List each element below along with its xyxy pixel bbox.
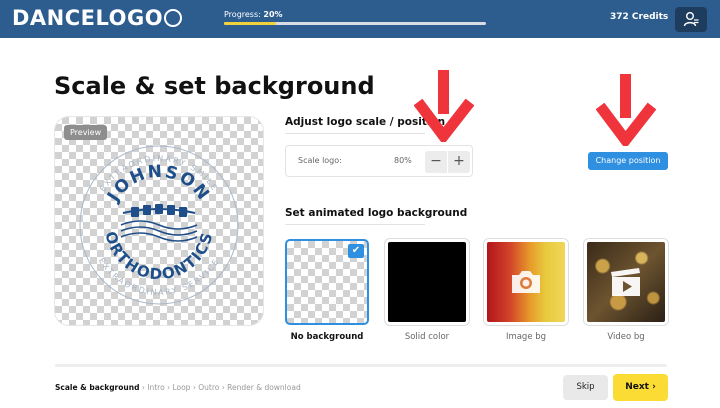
globe-icon [164, 9, 183, 27]
logo-emblem: EXTRAORDINARY SMILE EXTRAORDINARY SERVIC… [79, 145, 239, 305]
skip-button[interactable]: Skip [563, 375, 608, 400]
bg-caption-solid: Solid color [404, 332, 450, 342]
scale-increase-button[interactable]: + [448, 151, 470, 173]
top-bar: DANCELOGO Progress: 20% 372 Credits [0, 0, 720, 38]
progress-label: Progress: 20% [224, 10, 283, 19]
step-intro[interactable]: Intro [147, 383, 164, 392]
progress: Progress: 20% [224, 10, 488, 25]
scale-divider [285, 133, 425, 134]
next-button[interactable]: Next › [613, 374, 668, 401]
red-arrow-icon [414, 70, 474, 142]
step-current: Scale & background [55, 383, 140, 392]
check-icon: ✔ [348, 244, 364, 258]
scale-value: 80% [394, 156, 412, 165]
progress-track [224, 22, 486, 25]
bg-option-solid[interactable] [385, 239, 469, 325]
camera-icon [512, 271, 540, 293]
bg-caption-image: Image bg [505, 332, 547, 342]
logo-preview: Preview EXTRAORDINARY SMILE EXTRAORDINAR… [55, 117, 263, 325]
video-clapper-icon [611, 268, 640, 296]
logo-text: DANCELOGO [12, 6, 164, 30]
bg-option-video[interactable] [584, 239, 668, 325]
change-position-button[interactable]: Change position [588, 152, 668, 170]
scale-decrease-button[interactable]: − [425, 151, 447, 173]
background-heading: Set animated logo background [285, 207, 468, 219]
bg-caption-video: Video bg [607, 332, 645, 342]
scale-label: Scale logo: [298, 156, 342, 165]
preview-tag: Preview [64, 125, 108, 140]
credits-count: 372 Credits [610, 12, 669, 22]
bg-option-none[interactable]: ✔ [285, 239, 369, 325]
page-title: Scale & set background [54, 72, 375, 100]
step-outro[interactable]: Outro [198, 383, 219, 392]
user-menu-button[interactable] [675, 7, 707, 32]
footer-divider [55, 364, 667, 367]
background-divider [285, 224, 425, 225]
bg-caption-none: No background [290, 332, 364, 342]
red-arrow-icon [596, 74, 656, 146]
step-breadcrumb: Scale & background › Intro › Loop › Outr… [55, 383, 301, 392]
step-loop[interactable]: Loop [172, 383, 190, 392]
scale-control: Scale logo: 80% − + [285, 145, 473, 177]
user-icon [683, 12, 699, 27]
bg-option-image[interactable] [484, 239, 568, 325]
step-render[interactable]: Render & download [227, 383, 301, 392]
braces-icon [120, 204, 198, 242]
progress-value: 20% [263, 10, 283, 19]
progress-fill [224, 22, 277, 25]
app-logo[interactable]: DANCELOGO [12, 6, 183, 30]
